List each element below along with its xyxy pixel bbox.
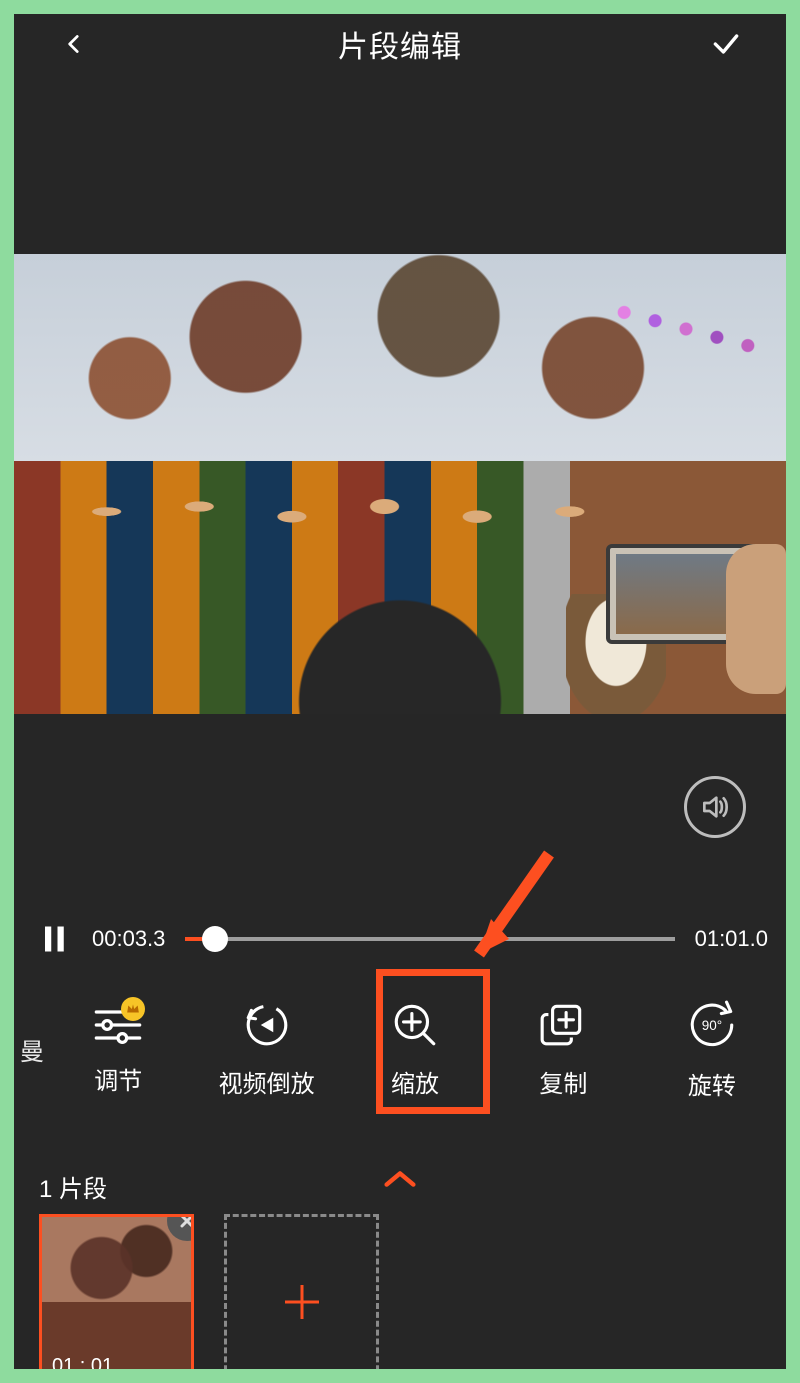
- seek-thumb[interactable]: [202, 926, 228, 952]
- preview-scene-sky: [14, 254, 786, 461]
- app-screen: 片段编辑 00:03.3 01:01.0 曼: [14, 14, 786, 1369]
- tool-row[interactable]: 曼 调节 视频倒放: [14, 979, 786, 1119]
- tool-adjust-label: 调节: [94, 1061, 142, 1096]
- volume-button[interactable]: [684, 776, 746, 838]
- total-time-label: 01:01.0: [695, 926, 768, 952]
- clip-thumbnail[interactable]: 01 : 01: [39, 1214, 194, 1369]
- zoom-in-icon: [390, 1000, 440, 1050]
- seek-track[interactable]: [185, 937, 674, 941]
- tool-reverse[interactable]: 视频倒放: [192, 1000, 340, 1099]
- tool-copy-label: 复制: [539, 1064, 587, 1099]
- segment-count-label: 1 片段: [39, 1169, 107, 1204]
- rotate-90-icon: 90°: [685, 998, 739, 1052]
- clip-duration-label: 01 : 01: [52, 1355, 113, 1369]
- tool-adjust[interactable]: 调节: [44, 1003, 192, 1096]
- crown-badge-icon: [121, 997, 145, 1021]
- tool-rotate[interactable]: 90° 旋转: [638, 998, 786, 1101]
- playback-bar: 00:03.3 01:01.0: [42, 914, 768, 964]
- preview-scene-hand: [726, 544, 786, 694]
- page-title: 片段编辑: [338, 22, 462, 66]
- confirm-button[interactable]: [706, 24, 746, 64]
- tool-copy[interactable]: 复制: [489, 1000, 637, 1099]
- chevron-left-icon: [61, 31, 87, 57]
- video-preview[interactable]: [14, 254, 786, 714]
- copy-plus-icon: [538, 1000, 588, 1050]
- tool-partial-left: 曼: [14, 1032, 44, 1067]
- rotate-angle-label: 90°: [702, 1018, 722, 1033]
- tool-zoom-label: 缩放: [391, 1064, 439, 1099]
- back-button[interactable]: [54, 24, 94, 64]
- tool-rotate-label: 旋转: [688, 1066, 736, 1101]
- chevron-up-icon: [383, 1169, 417, 1189]
- pause-icon: [42, 924, 68, 954]
- plus-icon: [277, 1277, 327, 1327]
- clip-strip: 01 : 01: [39, 1214, 379, 1369]
- tool-reverse-label: 视频倒放: [219, 1064, 315, 1099]
- check-icon: [710, 28, 742, 60]
- close-icon: [177, 1214, 194, 1231]
- pause-button[interactable]: [42, 924, 72, 954]
- add-clip-button[interactable]: [224, 1214, 379, 1369]
- header-bar: 片段编辑: [14, 14, 786, 74]
- tool-zoom[interactable]: 缩放: [341, 1000, 489, 1099]
- current-time-label: 00:03.3: [92, 926, 165, 952]
- collapse-clips-button[interactable]: [383, 1169, 417, 1194]
- speaker-icon: [699, 791, 731, 823]
- reverse-icon: [242, 1000, 292, 1050]
